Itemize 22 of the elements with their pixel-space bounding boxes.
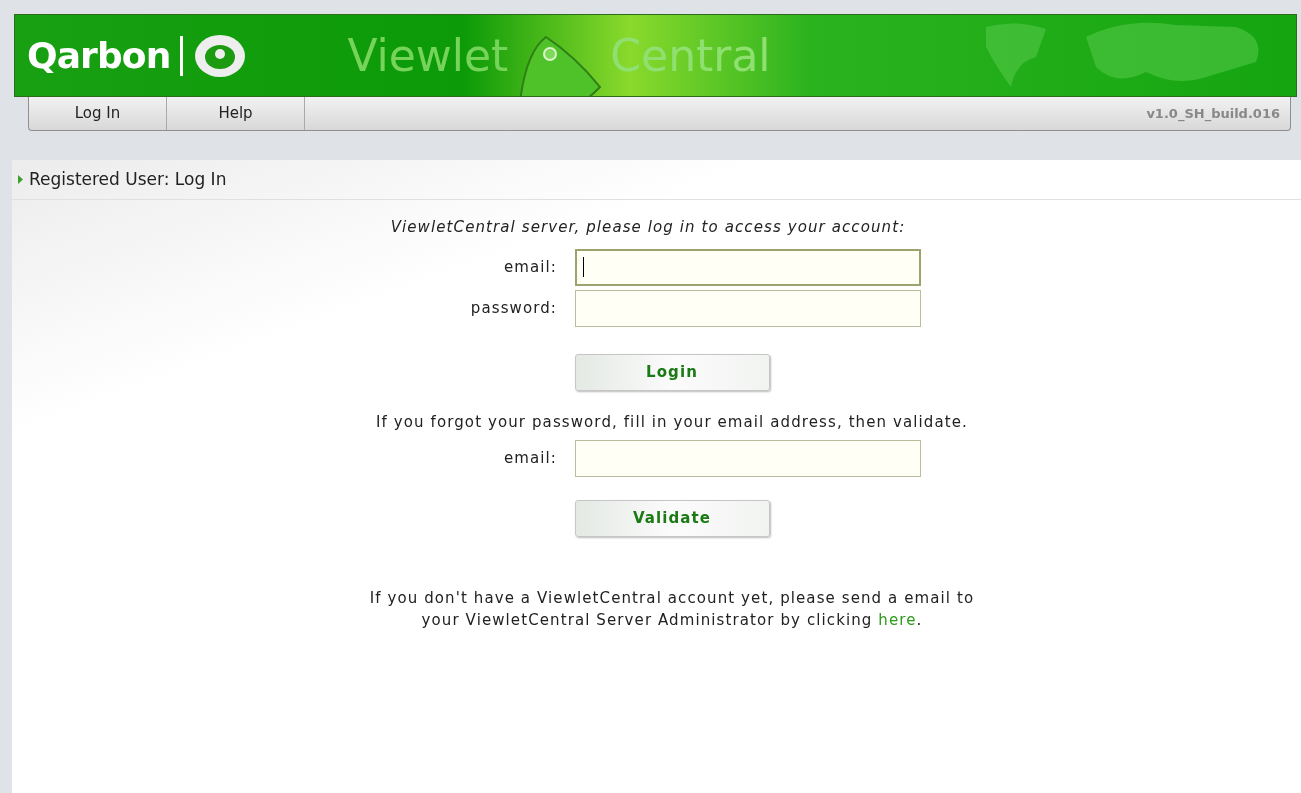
input-field[interactable] xyxy=(575,289,921,327)
signup-note: If you don't have a ViewletCentral account yet, please send a email to your ViewletCentral Server Administrator by clicking here. xyxy=(368,587,976,631)
login-intro: ViewletCentral server, please log in to access your account: xyxy=(390,217,906,238)
nav-link[interactable]: Help xyxy=(167,97,305,130)
triangle-bullet-icon xyxy=(18,175,23,184)
eye-logo-icon xyxy=(193,32,248,79)
field-label: email: xyxy=(502,256,557,278)
logo-wordmark: Qarbon xyxy=(27,33,171,78)
field-label: email: xyxy=(502,447,557,469)
banner-title: Central xyxy=(610,28,771,83)
banner-title: Viewlet xyxy=(347,28,509,83)
nav-link[interactable]: Log In xyxy=(29,97,167,130)
input-field[interactable] xyxy=(575,248,921,286)
form-button[interactable]: Login xyxy=(574,353,770,391)
section-title: Registered User: Log In xyxy=(29,167,227,191)
recover-intro: If you forgot your password, fill in your email address, then validate. xyxy=(375,412,969,432)
here-link[interactable]: here xyxy=(878,610,917,629)
text-caret-icon xyxy=(583,257,584,277)
form-button[interactable]: Validate xyxy=(574,499,770,537)
field-label: password: xyxy=(469,297,557,319)
version-label: v1.0_SH_build.016 xyxy=(1146,104,1280,124)
input-field[interactable] xyxy=(575,439,921,477)
